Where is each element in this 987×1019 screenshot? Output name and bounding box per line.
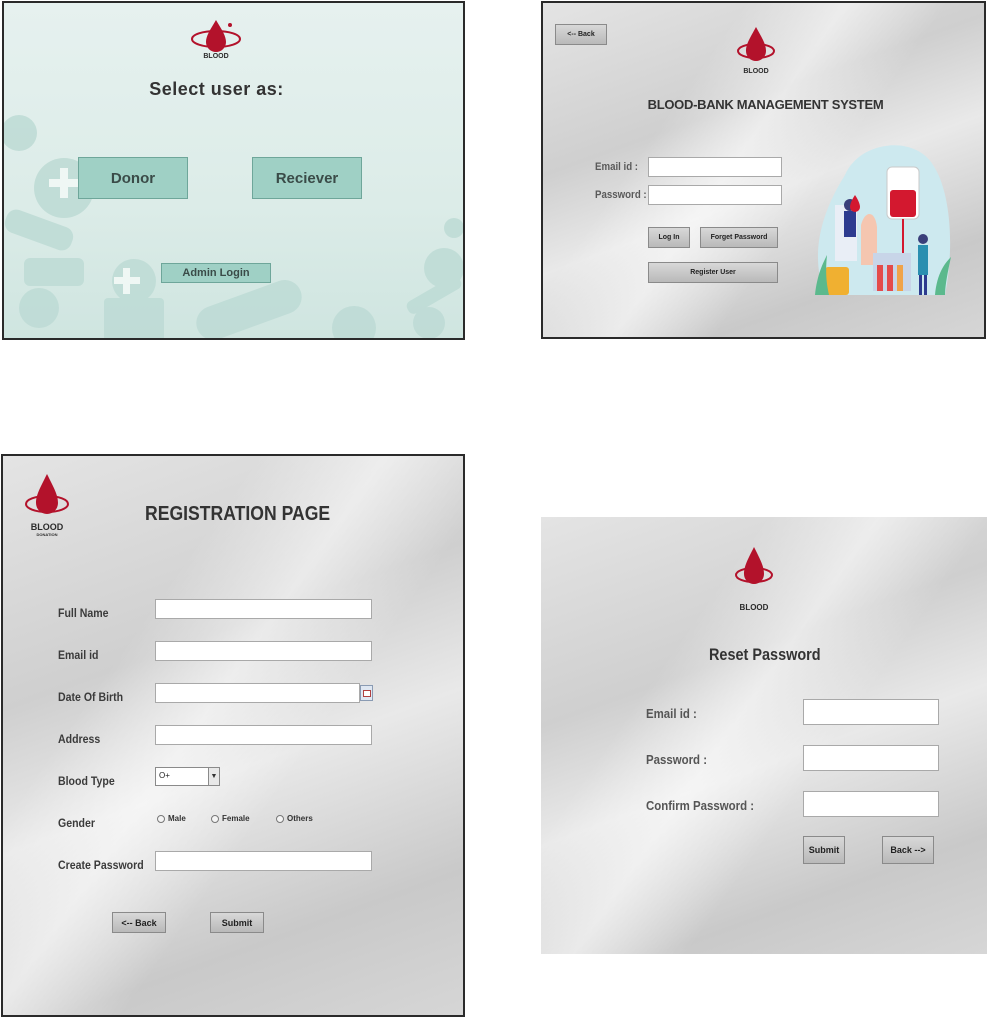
blood-type-select[interactable]: O+ ▼ bbox=[155, 767, 220, 786]
logo-text: BLOOD bbox=[743, 68, 769, 75]
password-label: Password : bbox=[595, 189, 647, 201]
logo-subtext: DONATION bbox=[36, 532, 58, 537]
logo-text: BLOOD bbox=[739, 603, 769, 612]
blood-type-value: O+ bbox=[159, 771, 170, 780]
submit-button[interactable]: Submit bbox=[210, 912, 264, 933]
create-password-input[interactable] bbox=[155, 851, 372, 871]
confirm-password-input[interactable] bbox=[803, 791, 939, 817]
register-user-button[interactable]: Register User bbox=[648, 262, 778, 283]
logo-text: BLOOD bbox=[30, 522, 64, 532]
app-title: BLOOD-BANK MANAGEMENT SYSTEM bbox=[647, 97, 884, 112]
registration-title: REGISTRATION PAGE bbox=[145, 503, 331, 525]
dob-input[interactable] bbox=[155, 683, 360, 703]
email-input[interactable] bbox=[803, 699, 939, 725]
address-input[interactable] bbox=[155, 725, 372, 745]
admin-login-button[interactable]: Admin Login bbox=[161, 263, 271, 283]
gender-radio-male[interactable]: Male bbox=[157, 814, 186, 823]
registration-panel: BLOOD DONATION REGISTRATION PAGE Full Na… bbox=[1, 454, 465, 1017]
radio-icon[interactable] bbox=[211, 814, 219, 823]
blood-drop-logo-icon bbox=[737, 27, 775, 61]
gender-option-female: Female bbox=[222, 814, 250, 823]
reset-title: Reset Password bbox=[709, 645, 821, 664]
blood-donation-illustration bbox=[815, 145, 951, 295]
select-user-title: Select user as: bbox=[149, 79, 284, 99]
reset-password-panel: BLOOD Reset Password Email id : Password… bbox=[541, 517, 987, 954]
gender-option-others: Others bbox=[287, 814, 313, 823]
email-label: Email id bbox=[58, 648, 99, 662]
create-password-label: Create Password bbox=[58, 858, 144, 872]
blood-type-label: Blood Type bbox=[58, 774, 115, 788]
select-user-panel: BLOOD Select user as: Donor Reciever Adm… bbox=[2, 1, 465, 340]
address-label: Address bbox=[58, 732, 101, 746]
full-name-label: Full Name bbox=[58, 606, 109, 620]
login-button[interactable]: Log In bbox=[648, 227, 690, 248]
email-input[interactable] bbox=[155, 641, 372, 661]
password-input[interactable] bbox=[648, 185, 782, 205]
email-input[interactable] bbox=[648, 157, 782, 177]
gender-radio-others[interactable]: Others bbox=[276, 814, 313, 823]
email-label: Email id : bbox=[646, 706, 697, 721]
gender-option-male: Male bbox=[168, 814, 186, 823]
password-label: Password : bbox=[646, 752, 708, 767]
email-label: Email id : bbox=[595, 161, 639, 173]
chevron-down-icon[interactable]: ▼ bbox=[208, 768, 219, 785]
gender-radio-female[interactable]: Female bbox=[211, 814, 250, 823]
confirm-password-label: Confirm Password : bbox=[646, 798, 755, 813]
login-panel: <-- Back BLOOD BLOOD-BANK MANAGEMENT SYS… bbox=[541, 1, 986, 339]
donor-button[interactable]: Donor bbox=[78, 157, 188, 199]
back-button[interactable]: <-- Back bbox=[555, 24, 607, 45]
radio-icon[interactable] bbox=[276, 814, 284, 823]
forget-password-button[interactable]: Forget Password bbox=[700, 227, 778, 248]
blood-drop-logo-icon bbox=[735, 547, 773, 584]
gender-label: Gender bbox=[58, 816, 95, 830]
blood-drop-logo-icon bbox=[25, 474, 69, 514]
receiver-button[interactable]: Reciever bbox=[252, 157, 362, 199]
back-button[interactable]: <-- Back bbox=[112, 912, 166, 933]
dob-label: Date Of Birth bbox=[58, 690, 124, 704]
calendar-icon[interactable] bbox=[360, 685, 373, 701]
logo-text: BLOOD bbox=[203, 53, 229, 60]
blood-drop-logo-icon bbox=[191, 20, 241, 52]
radio-icon[interactable] bbox=[157, 814, 165, 823]
back-button[interactable]: Back --> bbox=[882, 836, 934, 864]
full-name-input[interactable] bbox=[155, 599, 372, 619]
submit-button[interactable]: Submit bbox=[803, 836, 845, 864]
password-input[interactable] bbox=[803, 745, 939, 771]
